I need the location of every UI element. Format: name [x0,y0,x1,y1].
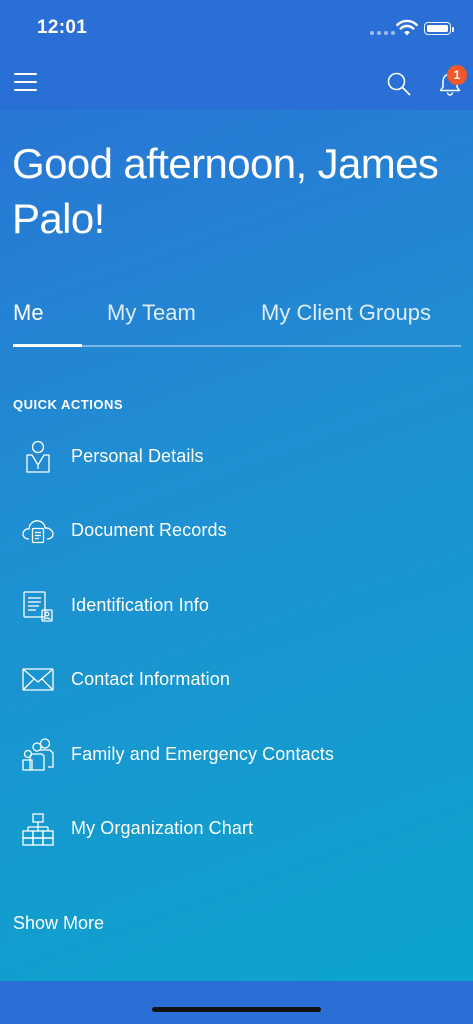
battery-icon [424,22,454,35]
person-icon [26,440,50,473]
id-document-icon [23,591,53,622]
tab-bar: Me My Team My Client Groups [13,296,461,348]
status-bar: 12:01 [0,0,473,58]
action-label: Document Records [71,520,227,540]
show-more-link[interactable]: Show More [13,913,104,934]
quick-actions-heading: QUICK ACTIONS [13,397,124,412]
bottom-bar [0,981,473,1024]
action-label: Family and Emergency Contacts [71,744,335,764]
search-icon[interactable] [386,71,412,97]
action-label: Identification Info [71,595,209,615]
action-my-organization-chart[interactable]: My Organization Chart [0,792,473,866]
action-label: My Organization Chart [71,818,254,838]
greeting-title: Good afternoon, James Palo! [12,140,439,242]
action-identification-info[interactable]: Identification Info [0,569,473,643]
action-contact-information[interactable]: Contact Information [0,643,473,717]
action-document-records[interactable]: Document Records [0,494,473,568]
tab-my-client-groups[interactable]: My Client Groups [261,300,431,326]
status-time: 12:01 [37,17,88,38]
envelope-icon [22,668,54,691]
tab-active-indicator [13,344,82,347]
action-label: Contact Information [71,669,230,689]
home-indicator[interactable] [152,1007,321,1012]
app-screen: 12:01 1 Good afternoon, James Palo! Me M… [0,0,473,1024]
action-family-emergency-contacts[interactable]: Family and Emergency Contacts [0,718,473,792]
action-label: Personal Details [71,446,204,466]
menu-button[interactable] [14,73,37,91]
tab-my-team[interactable]: My Team [107,300,196,326]
signal-icon [370,31,395,35]
family-icon [22,738,54,771]
notification-badge: 1 [447,65,467,85]
wifi-icon [396,19,418,36]
org-chart-icon [22,813,54,846]
action-personal-details[interactable]: Personal Details [0,420,473,494]
tab-me[interactable]: Me [13,300,44,326]
cloud-document-icon [22,520,54,544]
